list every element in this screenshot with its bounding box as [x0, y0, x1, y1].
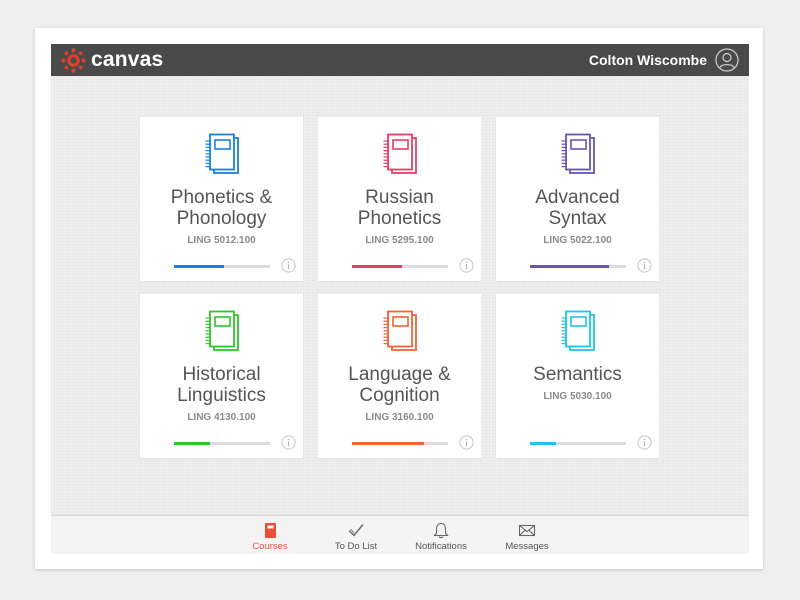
course-card[interactable]: Advanced Syntax LING 5022.100 — [496, 117, 659, 281]
course-title-line: Phonetics — [357, 208, 442, 229]
user-name: Colton Wiscombe — [588, 52, 707, 68]
brand-name: canvas — [91, 48, 164, 71]
info-icon[interactable] — [637, 258, 652, 273]
course-title: Advanced Syntax — [496, 187, 659, 229]
tab-notifications[interactable]: Notifications — [401, 522, 481, 552]
course-title: Phonetics & Phonology — [140, 187, 303, 229]
info-icon[interactable] — [281, 435, 296, 450]
info-icon[interactable] — [459, 258, 474, 273]
notebook-icon — [205, 310, 239, 351]
course-progress-bar — [174, 265, 270, 268]
avatar-icon — [715, 48, 739, 72]
checkmark-icon — [348, 524, 364, 537]
course-progress-fill — [352, 265, 402, 268]
tab-label: To Do List — [334, 541, 378, 552]
notebook-icon — [383, 133, 417, 174]
notebook-icon — [561, 133, 595, 174]
info-icon[interactable] — [281, 258, 296, 273]
tab-label: Notifications — [415, 541, 467, 552]
tab-label: Courses — [252, 541, 288, 552]
course-code: LING 5030.100 — [543, 391, 612, 402]
info-icon[interactable] — [637, 435, 652, 450]
course-title-line: Cognition — [359, 385, 440, 406]
course-title: Historical Linguistics — [140, 364, 303, 406]
course-progress-fill — [174, 442, 211, 445]
course-progress-bar — [352, 265, 448, 268]
course-title-line: Phonology — [176, 208, 267, 229]
course-progress-bar — [530, 442, 626, 445]
tab-courses[interactable]: Courses — [230, 522, 310, 554]
course-title-line: Historical — [182, 364, 261, 385]
brand[interactable]: canvas — [61, 47, 164, 73]
course-title: Russian Phonetics — [318, 187, 481, 229]
course-progress-fill — [352, 442, 424, 445]
notebook-icon — [561, 310, 595, 351]
course-title-line: Language & — [348, 364, 451, 385]
course-progress-bar — [352, 442, 448, 445]
tab-to-do-list[interactable]: To Do List — [316, 522, 396, 552]
course-title-line: Semantics — [533, 364, 622, 385]
top-bar: canvas Colton Wiscombe — [51, 44, 749, 76]
course-progress-bar — [174, 442, 270, 445]
courses-icon — [265, 523, 276, 538]
app-screen: canvas Colton Wiscombe Phonetics & Phonol… — [51, 44, 749, 554]
course-code: LING 5012.100 — [187, 235, 256, 246]
course-card[interactable]: Semantics LING 5030.100 — [496, 294, 659, 458]
course-code: LING 4130.100 — [187, 412, 256, 423]
course-progress-fill — [530, 442, 556, 445]
course-progress-fill — [530, 265, 609, 268]
course-progress-bar — [530, 265, 626, 268]
notebook-icon — [383, 310, 417, 351]
notebook-icon — [205, 133, 239, 174]
info-icon[interactable] — [459, 435, 474, 450]
course-title-line: Syntax — [548, 208, 607, 229]
course-title-line: Advanced — [535, 187, 620, 208]
course-code: LING 5295.100 — [365, 235, 434, 246]
course-title-line: Phonetics & — [170, 187, 273, 208]
bell-icon — [433, 522, 449, 539]
tablet-frame: canvas Colton Wiscombe Phonetics & Phonol… — [35, 28, 763, 569]
course-grid: Phonetics & Phonology LING 5012.100 Russian… — [140, 117, 659, 458]
course-title-line: Linguistics — [177, 385, 266, 406]
course-card[interactable]: Phonetics & Phonology LING 5012.100 — [140, 117, 303, 281]
canvas-logo-icon — [61, 47, 86, 73]
course-card[interactable]: Russian Phonetics LING 5295.100 — [318, 117, 481, 281]
course-card[interactable]: Historical Linguistics LING 4130.100 — [140, 294, 303, 458]
course-title: Semantics — [496, 364, 659, 385]
tab-label: Messages — [505, 541, 549, 552]
user-menu[interactable]: Colton Wiscombe — [589, 48, 739, 72]
bottom-tab-bar: Courses To Do List Notifications Message… — [51, 515, 749, 554]
course-code: LING 3160.100 — [365, 412, 434, 423]
envelope-icon — [518, 524, 536, 537]
course-code: LING 5022.100 — [543, 235, 612, 246]
course-progress-fill — [174, 265, 224, 268]
course-card[interactable]: Language & Cognition LING 3160.100 — [318, 294, 481, 458]
course-title-line: Russian — [365, 187, 434, 208]
tab-messages[interactable]: Messages — [487, 522, 567, 552]
course-title: Language & Cognition — [318, 364, 481, 406]
